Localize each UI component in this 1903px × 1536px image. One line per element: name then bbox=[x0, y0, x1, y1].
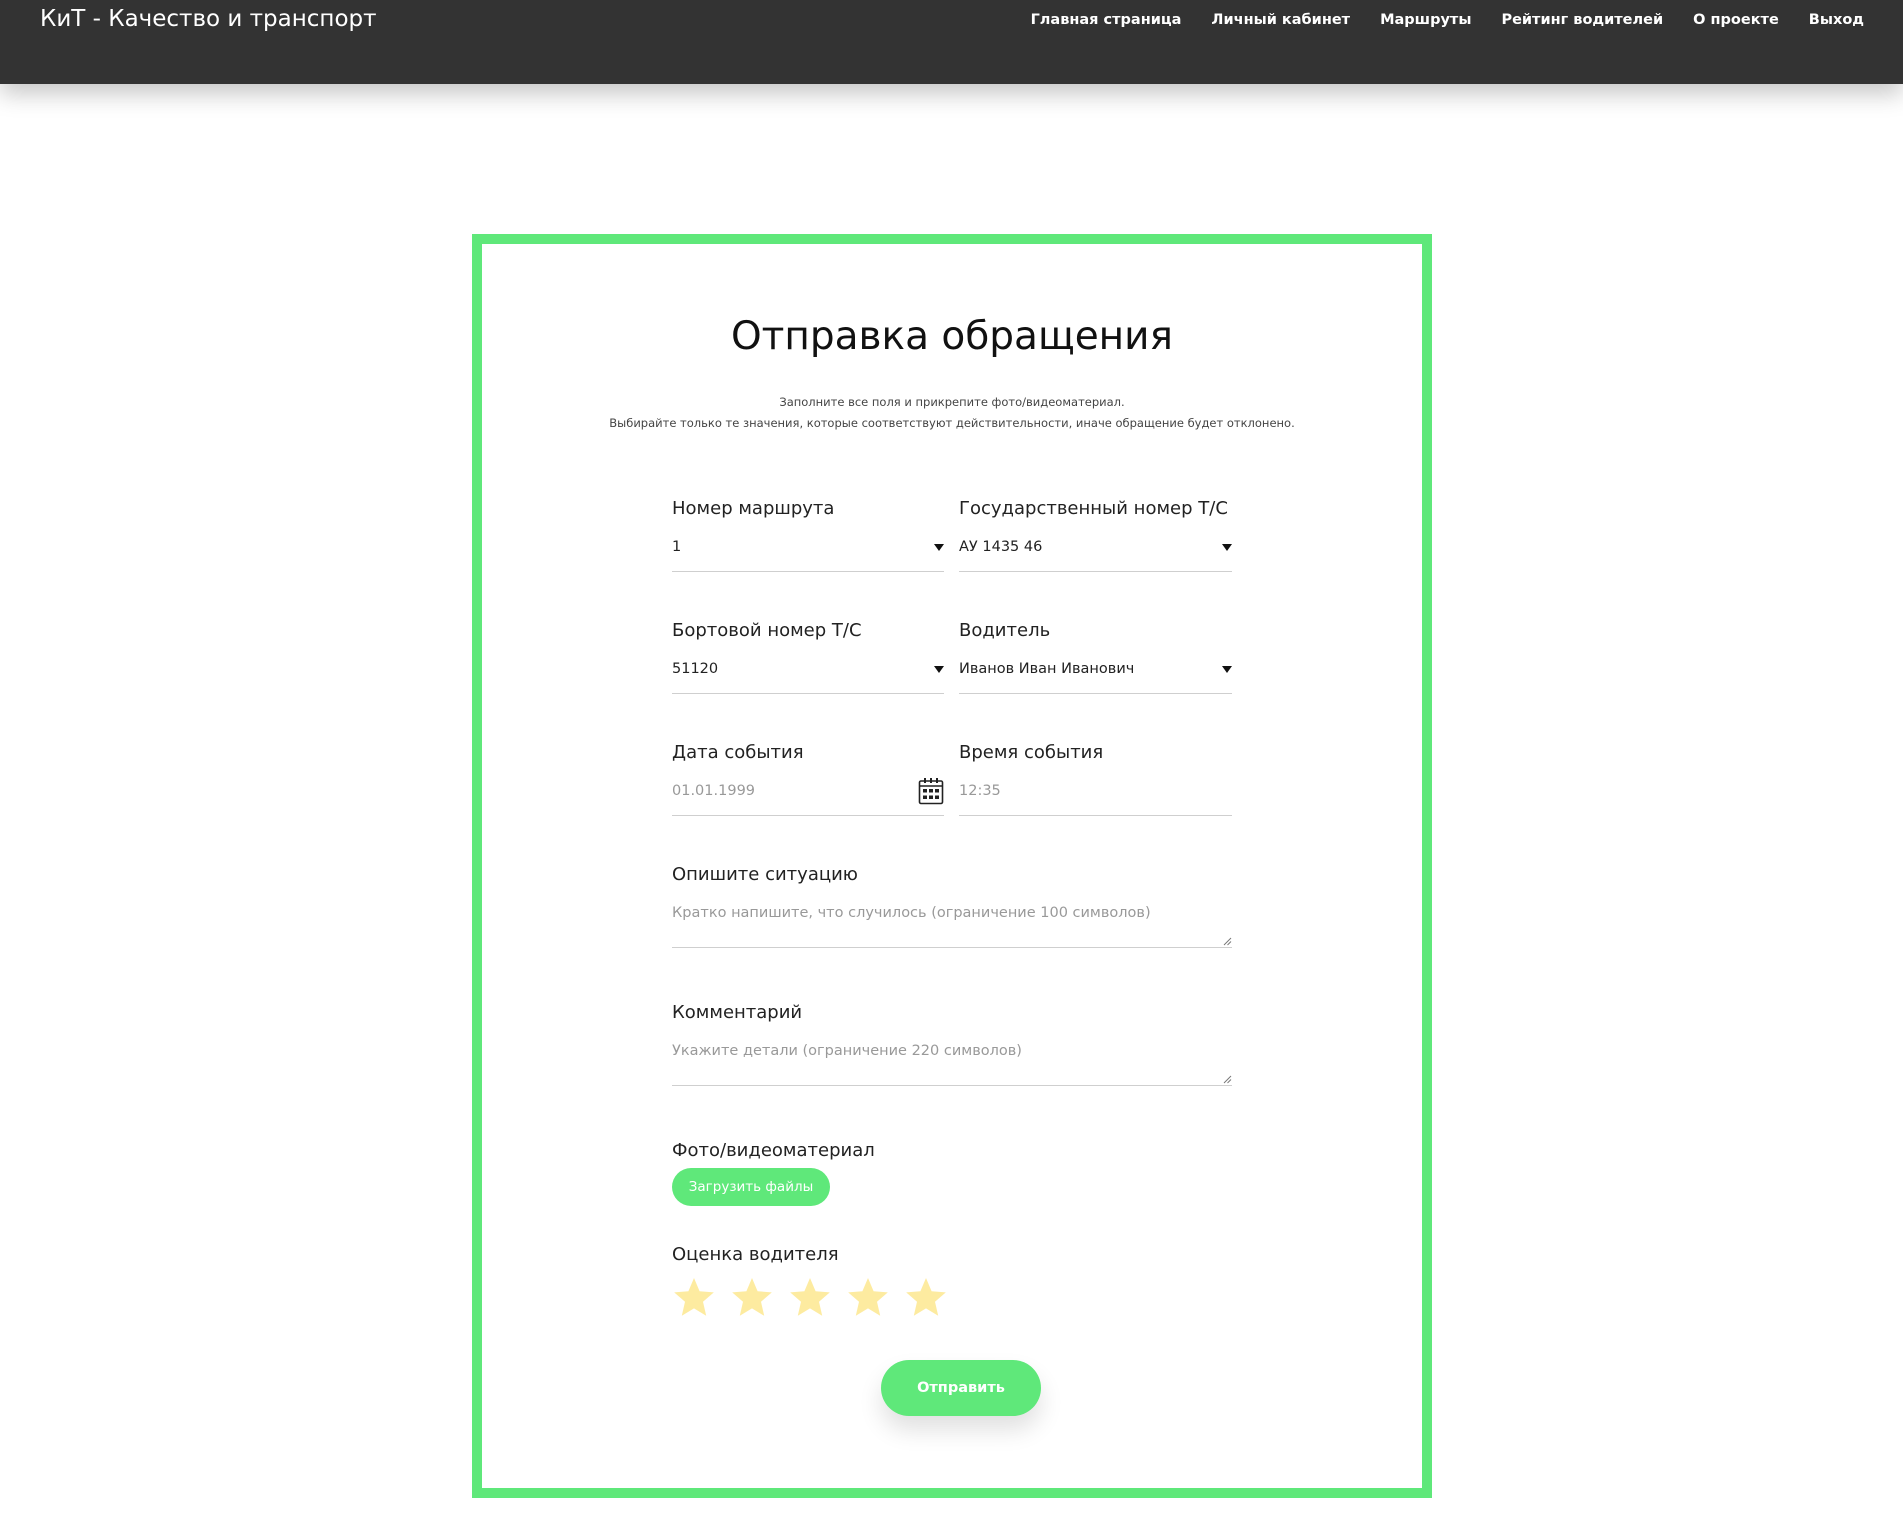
appeal-form-card: Отправка обращения Заполните все поля и … bbox=[472, 234, 1432, 1498]
comment-label: Комментарий bbox=[672, 1002, 803, 1023]
time-input[interactable]: 12:35 bbox=[959, 776, 1232, 816]
calendar-icon[interactable] bbox=[918, 777, 944, 805]
board-number-field: Бортовой номер Т/С 51120 bbox=[672, 620, 944, 694]
brand-title[interactable]: КиТ - Качество и транспорт bbox=[40, 6, 377, 32]
situation-textarea[interactable]: Кратко напишите, что случилось (ограниче… bbox=[672, 898, 1232, 948]
resize-handle-icon[interactable] bbox=[1223, 1075, 1232, 1084]
chevron-down-icon bbox=[934, 544, 944, 551]
star-icon[interactable] bbox=[730, 1276, 774, 1320]
instructions-line-1: Заполните все поля и прикрепите фото/вид… bbox=[779, 395, 1125, 409]
media-field: Фото/видеоматериал bbox=[672, 1140, 1232, 1161]
plate-value: АУ 1435 46 bbox=[959, 539, 1043, 555]
situation-label: Опишите ситуацию bbox=[672, 864, 858, 885]
driver-field: Водитель Иванов Иван Иванович bbox=[959, 620, 1232, 694]
instructions-line-2: Выбирайте только те значения, которые со… bbox=[609, 416, 1295, 430]
board-number-label: Бортовой номер Т/С bbox=[672, 620, 862, 641]
comment-field: Комментарий Укажите детали (ограничение … bbox=[672, 1002, 1232, 1086]
nav-driver-rating[interactable]: Рейтинг водителей bbox=[1501, 12, 1663, 28]
date-field: Дата события 01.01.1999 bbox=[672, 742, 944, 816]
chevron-down-icon bbox=[934, 666, 944, 673]
rating-stars bbox=[672, 1276, 962, 1320]
chevron-down-icon bbox=[1222, 544, 1232, 551]
star-icon[interactable] bbox=[904, 1276, 948, 1320]
rating-field: Оценка водителя bbox=[672, 1244, 1232, 1265]
driver-label: Водитель bbox=[959, 620, 1051, 641]
media-label: Фото/видеоматериал bbox=[672, 1140, 875, 1161]
rating-label: Оценка водителя bbox=[672, 1244, 839, 1265]
situation-field: Опишите ситуацию Кратко напишите, что сл… bbox=[672, 864, 1232, 948]
time-label: Время события bbox=[959, 742, 1104, 763]
resize-handle-icon[interactable] bbox=[1223, 937, 1232, 946]
star-icon[interactable] bbox=[788, 1276, 832, 1320]
top-navbar: КиТ - Качество и транспорт Главная стран… bbox=[0, 0, 1903, 84]
plate-label: Государственный номер Т/С bbox=[959, 498, 1228, 519]
submit-button[interactable]: Отправить bbox=[881, 1360, 1041, 1416]
comment-placeholder: Укажите детали (ограничение 220 символов… bbox=[672, 1043, 1022, 1059]
nav-logout[interactable]: Выход bbox=[1809, 12, 1864, 28]
plate-field: Государственный номер Т/С АУ 1435 46 bbox=[959, 498, 1232, 572]
board-number-value: 51120 bbox=[672, 661, 719, 677]
nav-about[interactable]: О проекте bbox=[1693, 12, 1779, 28]
route-select[interactable]: 1 bbox=[672, 532, 944, 572]
route-field: Номер маршрута 1 bbox=[672, 498, 944, 572]
date-placeholder: 01.01.1999 bbox=[672, 783, 756, 799]
route-label: Номер маршрута bbox=[672, 498, 835, 519]
comment-textarea[interactable]: Укажите детали (ограничение 220 символов… bbox=[672, 1036, 1232, 1086]
chevron-down-icon bbox=[1222, 666, 1232, 673]
star-icon[interactable] bbox=[672, 1276, 716, 1320]
nav-routes[interactable]: Маршруты bbox=[1380, 12, 1471, 28]
situation-placeholder: Кратко напишите, что случилось (ограниче… bbox=[672, 905, 1151, 921]
upload-files-button[interactable]: Загрузить файлы bbox=[672, 1168, 830, 1206]
star-icon[interactable] bbox=[846, 1276, 890, 1320]
date-input[interactable]: 01.01.1999 bbox=[672, 776, 944, 816]
route-value: 1 bbox=[672, 539, 682, 555]
nav-home[interactable]: Главная страница bbox=[1031, 12, 1182, 28]
time-field: Время события 12:35 bbox=[959, 742, 1232, 816]
form-instructions: Заполните все поля и прикрепите фото/вид… bbox=[482, 392, 1422, 434]
date-label: Дата события bbox=[672, 742, 804, 763]
driver-value: Иванов Иван Иванович bbox=[959, 661, 1135, 677]
main-nav: Главная страница Личный кабинет Маршруты… bbox=[1001, 12, 1864, 28]
board-number-select[interactable]: 51120 bbox=[672, 654, 944, 694]
nav-account[interactable]: Личный кабинет bbox=[1211, 12, 1350, 28]
driver-select[interactable]: Иванов Иван Иванович bbox=[959, 654, 1232, 694]
time-placeholder: 12:35 bbox=[959, 783, 1001, 799]
page-title: Отправка обращения bbox=[730, 314, 1173, 359]
plate-select[interactable]: АУ 1435 46 bbox=[959, 532, 1232, 572]
